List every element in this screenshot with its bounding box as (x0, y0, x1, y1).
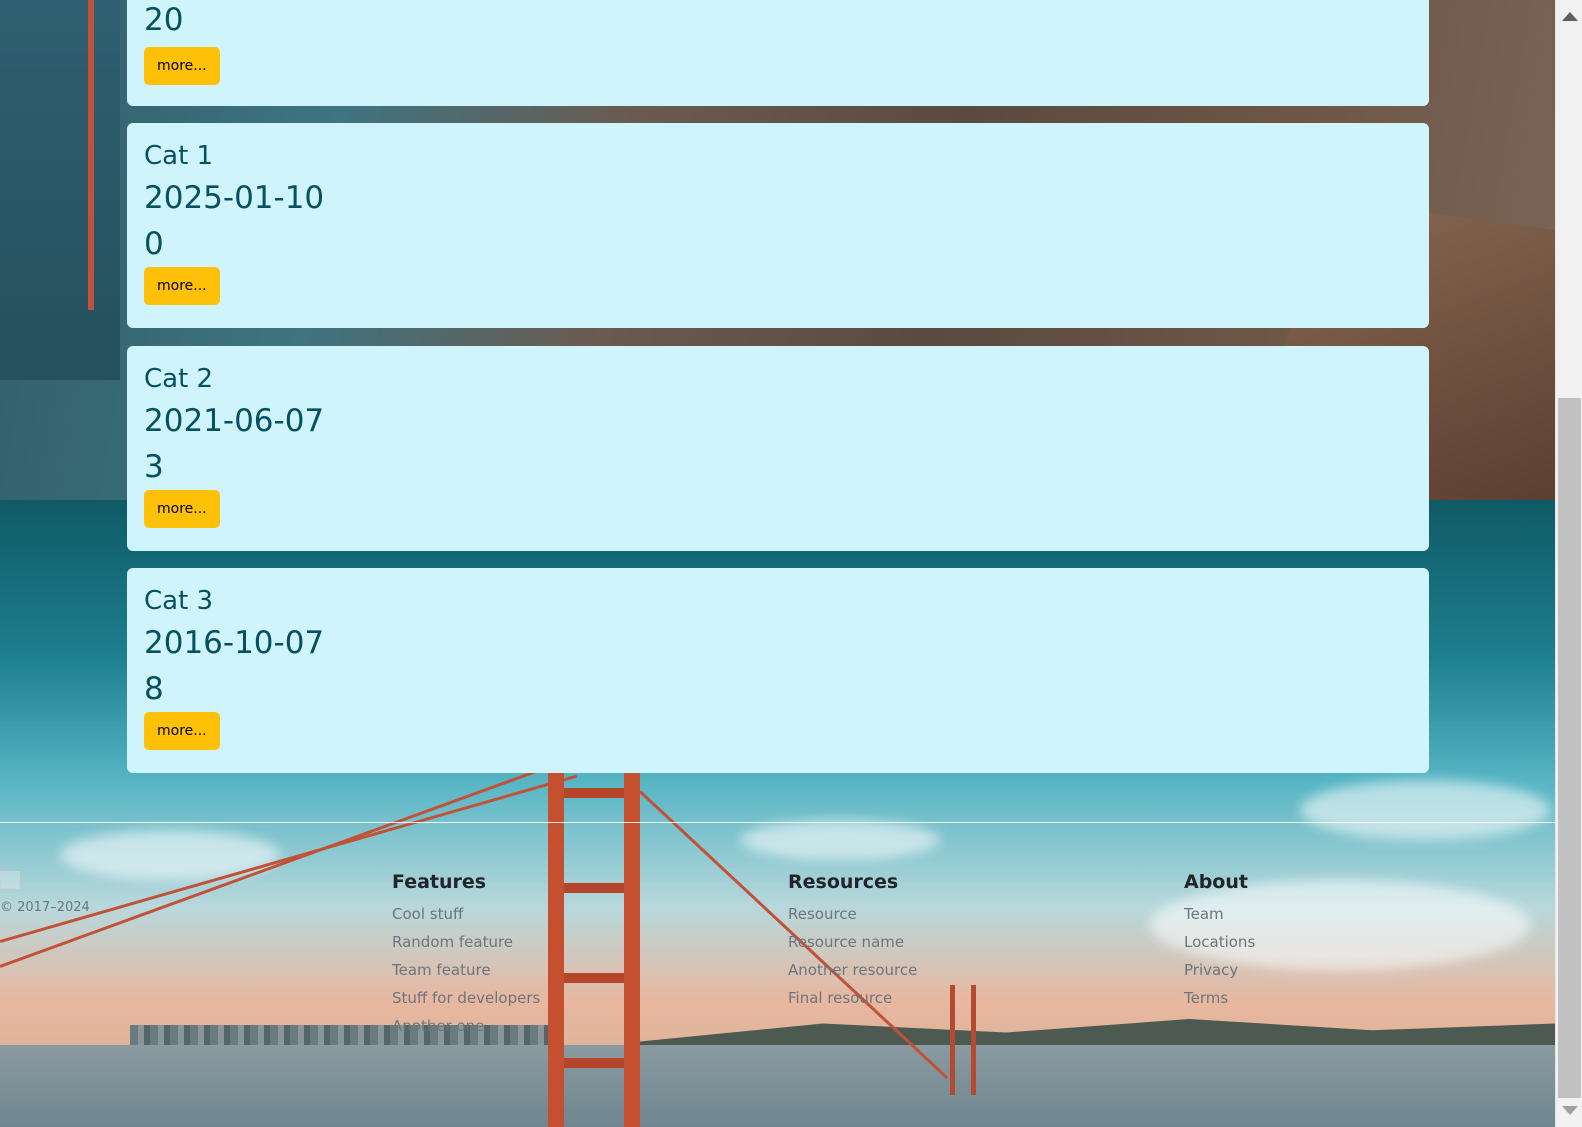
footer-link[interactable]: Privacy (1184, 956, 1255, 984)
card-count: 0 (144, 226, 164, 262)
card-count: 8 (144, 671, 164, 707)
card-title: Cat 3 (144, 586, 214, 616)
footer-column-features: Features Cool stuff Random feature Team … (392, 870, 540, 1040)
footer-divider (0, 822, 1555, 823)
more-button[interactable]: more... (144, 47, 220, 85)
category-card: 20 more... (127, 0, 1429, 106)
footer-column-about: About Team Locations Privacy Terms (1184, 870, 1255, 1012)
scrollbar-thumb[interactable] (1558, 398, 1581, 1098)
footer-link[interactable]: Resource (788, 900, 917, 928)
footer-link[interactable]: Terms (1184, 984, 1255, 1012)
footer-link[interactable]: Team (1184, 900, 1255, 928)
card-title: Cat 2 (144, 364, 214, 394)
vertical-scrollbar[interactable] (1555, 0, 1582, 1127)
broken-image-icon (0, 871, 20, 889)
footer-column-resources: Resources Resource Resource name Another… (788, 870, 917, 1012)
footer-link[interactable]: Team feature (392, 956, 540, 984)
card-title: Cat 1 (144, 141, 214, 171)
footer-link[interactable]: Cool stuff (392, 900, 540, 928)
footer-heading: Features (392, 871, 487, 893)
chevron-down-icon[interactable] (1562, 1106, 1578, 1115)
card-date: 2025-01-10 (144, 180, 325, 216)
card-count: 3 (144, 449, 164, 485)
card-count: 20 (144, 2, 184, 38)
footer-link[interactable]: Locations (1184, 928, 1255, 956)
card-date: 2021-06-07 (144, 403, 325, 439)
copyright-text: © 2017–2024 (0, 900, 90, 915)
footer-link[interactable]: Another one (392, 1012, 540, 1040)
category-card: Cat 3 2016-10-07 8 more... (127, 568, 1429, 773)
footer-heading: Resources (788, 871, 899, 893)
footer-link[interactable]: Final resource (788, 984, 917, 1012)
footer-link[interactable]: Random feature (392, 928, 540, 956)
chevron-up-icon[interactable] (1562, 12, 1578, 21)
footer-heading: About (1184, 871, 1248, 893)
card-date: 2016-10-07 (144, 625, 325, 661)
more-button[interactable]: more... (144, 490, 220, 528)
footer-link[interactable]: Another resource (788, 956, 917, 984)
footer-link[interactable]: Resource name (788, 928, 917, 956)
more-button[interactable]: more... (144, 712, 220, 750)
category-card: Cat 1 2025-01-10 0 more... (127, 123, 1429, 328)
more-button[interactable]: more... (144, 267, 220, 305)
footer-link[interactable]: Stuff for developers (392, 984, 540, 1012)
category-card: Cat 2 2021-06-07 3 more... (127, 346, 1429, 551)
